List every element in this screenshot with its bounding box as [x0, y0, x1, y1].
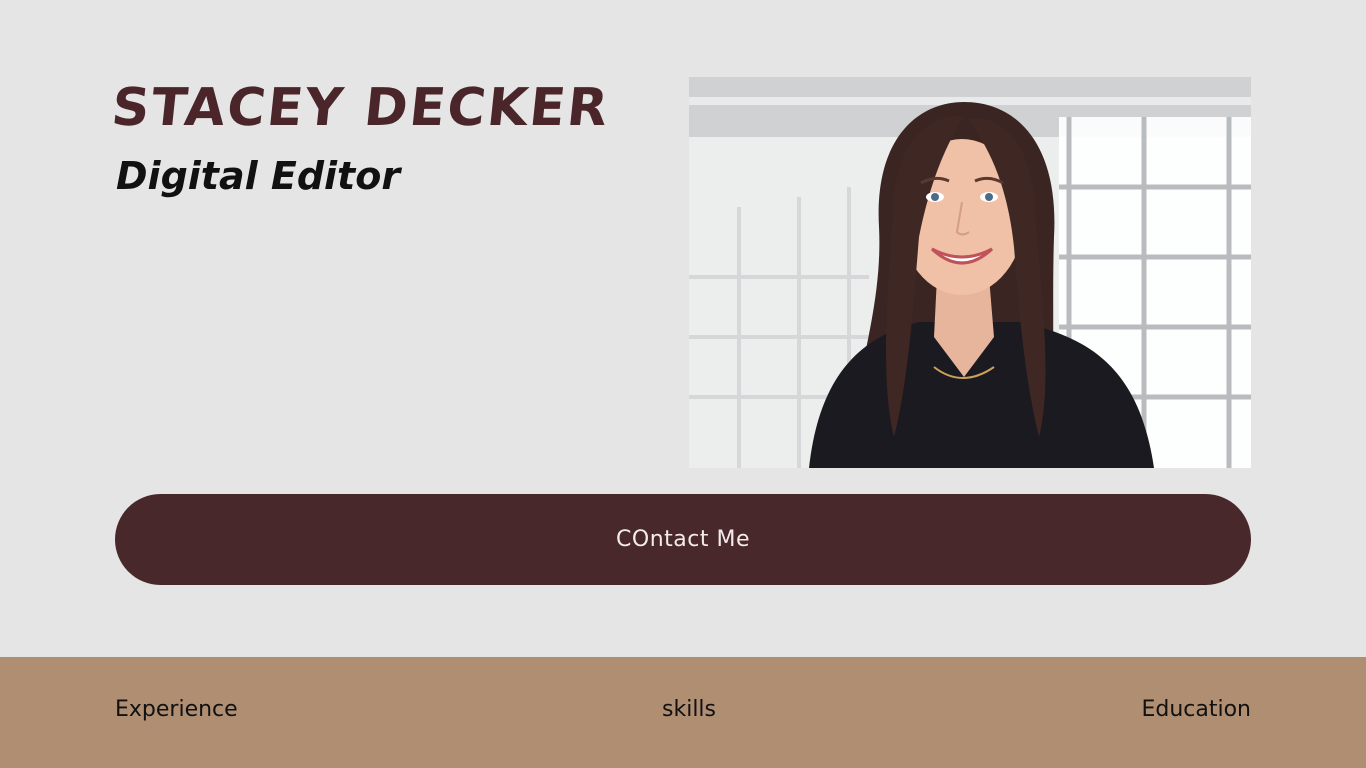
nav-link-education[interactable]: Education: [1141, 697, 1251, 722]
nav-link-skills[interactable]: skills: [662, 697, 716, 722]
job-title: Digital Editor: [116, 154, 401, 198]
profile-photo: [689, 77, 1251, 468]
person-name: STACEY DECKER: [108, 78, 613, 138]
contact-me-button[interactable]: COntact Me: [115, 494, 1251, 585]
nav-link-experience[interactable]: Experience: [115, 697, 238, 722]
page: STACEY DECKER Digital Editor COntact Me …: [0, 0, 1366, 768]
footer-nav: Experience skills Education: [0, 657, 1366, 768]
